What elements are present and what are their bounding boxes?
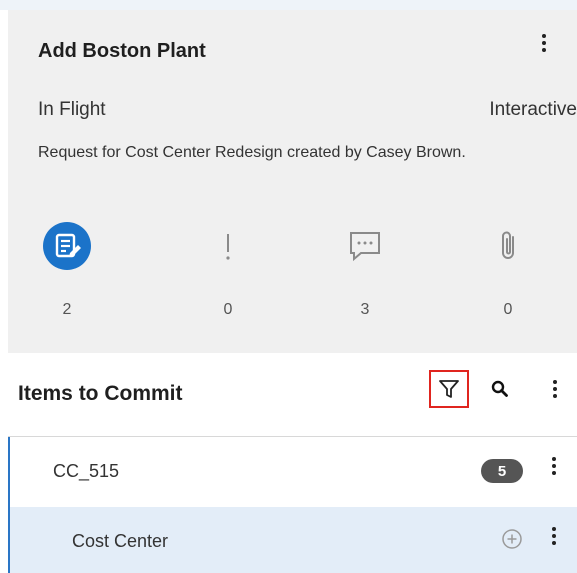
request-mode: Interactive	[489, 99, 577, 120]
count-badge: 5	[481, 459, 523, 483]
tree-row-label: Cost Center	[72, 531, 169, 551]
paperclip-icon[interactable]	[484, 222, 532, 270]
request-title: Add Boston Plant	[38, 40, 206, 62]
tree-row-cost-center[interactable]: Cost Center	[10, 507, 577, 573]
card-more-menu-icon[interactable]	[539, 34, 549, 55]
tree-row-cc515[interactable]: CC_515 5	[10, 437, 577, 505]
paperclip-count: 0	[503, 301, 513, 318]
row-more-menu-icon[interactable]	[549, 457, 559, 478]
exclamation-count: 0	[223, 301, 233, 318]
exclamation-icon[interactable]	[204, 222, 252, 270]
comment-count: 3	[360, 301, 370, 318]
row-more-menu-icon[interactable]	[549, 527, 559, 548]
request-edit-count: 2	[62, 301, 72, 318]
request-description: Request for Cost Center Redesign created…	[38, 144, 466, 161]
search-icon	[491, 380, 508, 397]
filter-icon	[439, 380, 459, 398]
request-status: In Flight	[38, 99, 106, 120]
section-more-menu-icon[interactable]	[550, 380, 560, 401]
add-circle-icon[interactable]	[500, 527, 524, 551]
request-card: Add Boston Plant In Flight Interactive R…	[8, 10, 577, 353]
top-strip	[0, 0, 577, 10]
filter-button[interactable]	[429, 370, 469, 408]
search-button[interactable]	[486, 375, 514, 403]
request-edit-icon[interactable]	[43, 222, 91, 270]
items-to-commit-title: Items to Commit	[18, 382, 183, 405]
comment-icon[interactable]	[341, 222, 389, 270]
tree-row-label: CC_515	[53, 461, 120, 481]
